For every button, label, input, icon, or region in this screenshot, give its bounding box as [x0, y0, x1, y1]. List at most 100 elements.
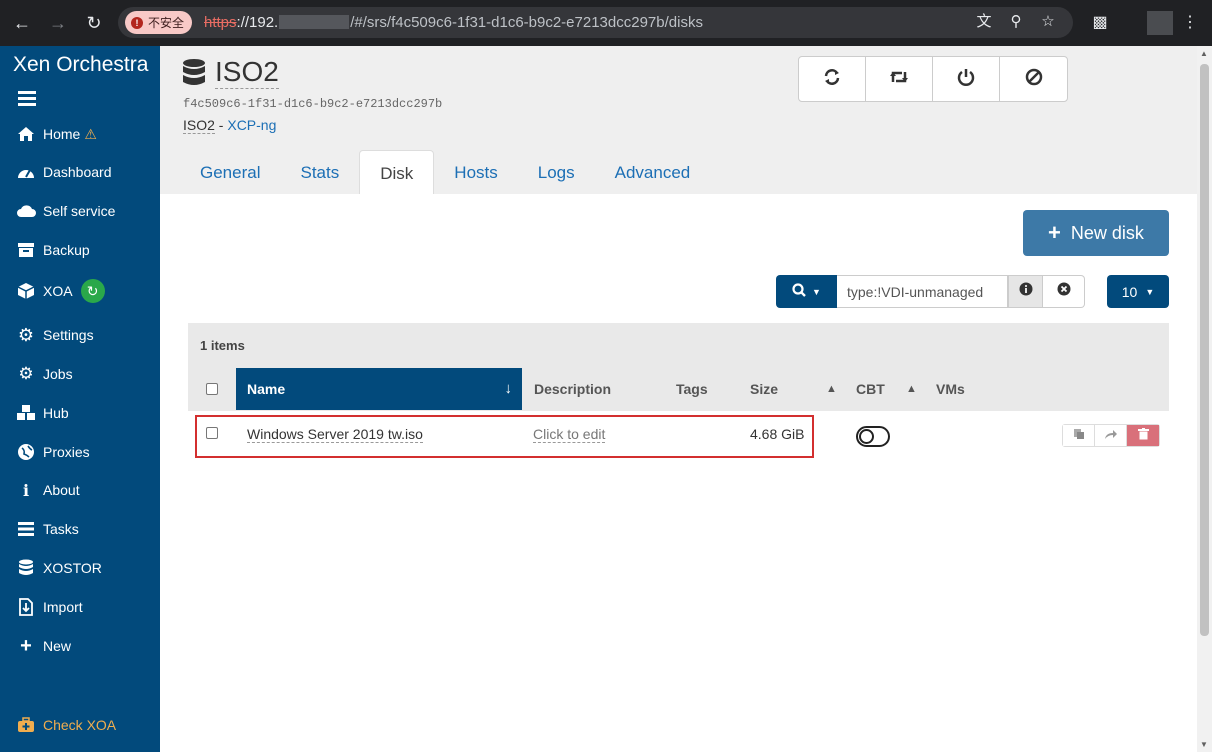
filter-clear-button[interactable] — [1043, 275, 1085, 308]
profile-avatar[interactable] — [1147, 11, 1173, 35]
page-title[interactable]: ISO2 — [215, 56, 279, 89]
cubes-icon — [16, 403, 36, 423]
share-arrow-icon — [1104, 427, 1118, 445]
column-header-vms: VMs — [936, 381, 965, 397]
sidebar-item-proxies[interactable]: Proxies — [16, 439, 90, 465]
extensions-icon[interactable]: ▩ — [1088, 11, 1112, 35]
redacted-ip-block — [279, 15, 350, 29]
sidebar-item-import[interactable]: Import — [16, 594, 83, 620]
not-secure-badge[interactable]: ! 不安全 — [125, 11, 193, 34]
column-header-name[interactable]: Name ↓ — [236, 368, 522, 410]
page-header: ISO2 f4c509c6-1f31-d1c6-b9c2-e7213dcc297… — [160, 46, 1197, 194]
scroll-thumb[interactable] — [1200, 64, 1209, 636]
filter-info-button[interactable] — [1008, 275, 1043, 308]
cogs-icon: ⚙ — [18, 364, 34, 383]
database-icon — [16, 558, 36, 578]
sidebar-item-hub[interactable]: Hub — [16, 400, 69, 426]
address-bar[interactable]: ! 不安全 https://192./#/srs/f4c509c6-1f31-d… — [118, 7, 1073, 38]
bookmark-star-icon[interactable]: ☆ — [1038, 12, 1058, 32]
info-circle-icon — [1019, 282, 1033, 301]
sr-pool-line: ISO2 - XCP-ng — [183, 117, 277, 134]
sr-name-link[interactable]: ISO2 — [183, 117, 215, 134]
sidebar-item-xoa[interactable]: XOA ↻ — [16, 278, 105, 304]
migrate-button[interactable] — [1095, 425, 1127, 446]
sidebar-item-dashboard[interactable]: Dashboard — [16, 159, 112, 185]
brand-title[interactable]: Xen Orchestra — [13, 53, 148, 77]
sidebar-item-self-service[interactable]: Self service — [16, 198, 115, 224]
cbt-toggle[interactable] — [856, 426, 890, 447]
scroll-down-icon[interactable]: ▼ — [1200, 740, 1208, 749]
dashboard-icon — [16, 162, 36, 182]
caret-down-icon: ▼ — [1145, 286, 1155, 297]
archive-icon — [16, 240, 36, 260]
delete-button[interactable] — [1127, 425, 1159, 446]
sidebar-item-home[interactable]: Home ⚠ — [16, 121, 97, 147]
forget-button[interactable] — [1000, 57, 1067, 101]
sidebar-item-tasks[interactable]: Tasks — [16, 516, 79, 542]
sort-down-arrow-icon: ↓ — [504, 380, 513, 397]
sidebar: Xen Orchestra Home ⚠ Dashboard Self serv… — [0, 46, 160, 752]
power-icon — [957, 68, 975, 91]
reload-icon[interactable]: ↻ — [82, 11, 106, 35]
pool-link[interactable]: XCP-ng — [227, 117, 276, 133]
copy-icon — [1073, 427, 1085, 445]
tab-hosts[interactable]: Hosts — [434, 150, 517, 194]
tab-general[interactable]: General — [180, 150, 280, 194]
table-header: 1 items Name ↓ Description Tags Size ▲ C… — [188, 323, 1169, 411]
column-header-cbt[interactable]: CBT ▲ — [856, 368, 920, 410]
select-all-checkbox[interactable] — [206, 383, 218, 395]
database-icon — [182, 58, 206, 93]
sidebar-item-new[interactable]: + New — [16, 633, 71, 659]
scroll-up-icon[interactable]: ▲ — [1200, 49, 1208, 58]
page-size-dropdown[interactable]: 10 ▼ — [1107, 275, 1169, 308]
plus-icon: + — [1048, 220, 1061, 245]
not-secure-label: 不安全 — [148, 16, 185, 30]
copy-button[interactable] — [1063, 425, 1095, 446]
tab-logs[interactable]: Logs — [518, 150, 595, 194]
tab-stats[interactable]: Stats — [280, 150, 359, 194]
warning-dot-icon: ! — [131, 16, 143, 29]
sr-action-buttons — [798, 56, 1068, 102]
tab-bar: General Stats Disk Hosts Logs Advanced — [180, 150, 710, 194]
rescan-button[interactable] — [799, 57, 866, 101]
refresh-icon — [823, 68, 841, 91]
filter-input[interactable] — [837, 275, 1008, 308]
browser-toolbar: ← → ↻ ! 不安全 https://192./#/srs/f4c509c6-… — [0, 0, 1212, 46]
disconnect-button[interactable] — [933, 57, 1000, 101]
translate-icon[interactable]: 文 — [974, 12, 994, 32]
plus-icon: + — [20, 634, 32, 657]
sort-icon: ▲ — [826, 383, 837, 395]
home-icon — [16, 124, 36, 144]
hamburger-menu-icon[interactable] — [18, 91, 36, 106]
new-disk-button[interactable]: + New disk — [1023, 210, 1169, 256]
retweet-icon — [889, 69, 909, 90]
zoom-icon[interactable]: ⚲ — [1006, 12, 1026, 32]
medkit-icon — [16, 715, 36, 735]
sidebar-item-settings[interactable]: ⚙ Settings — [16, 322, 94, 348]
column-header-description[interactable]: Description — [534, 368, 611, 410]
sidebar-item-check-xoa[interactable]: Check XOA — [16, 712, 116, 738]
info-icon: i — [22, 480, 30, 500]
menu-kebab-icon[interactable]: ⋮ — [1178, 11, 1202, 35]
back-arrow-icon[interactable]: ← — [10, 11, 34, 35]
sidebar-item-jobs[interactable]: ⚙ Jobs — [16, 361, 72, 387]
forward-arrow-icon[interactable]: → — [46, 11, 70, 35]
tab-advanced[interactable]: Advanced — [595, 150, 711, 194]
sidebar-item-about[interactable]: i About — [16, 477, 80, 503]
tasks-icon — [16, 519, 36, 539]
reconnect-button[interactable] — [866, 57, 933, 101]
tab-disk[interactable]: Disk — [359, 150, 435, 194]
url-text[interactable]: https://192./#/srs/f4c509c6-1f31-d1c6-b9… — [204, 14, 703, 31]
page-scrollbar[interactable]: ▲ ▼ — [1197, 46, 1212, 752]
warning-icon: ⚠ — [84, 125, 97, 142]
filter-dropdown-button[interactable]: ▼ — [776, 275, 837, 308]
sidebar-item-xostor[interactable]: XOSTOR — [16, 555, 102, 581]
sidebar-item-backup[interactable]: Backup — [16, 237, 90, 263]
selection-highlight-box — [195, 415, 814, 458]
sort-icon: ▲ — [906, 383, 917, 395]
column-header-tags: Tags — [676, 381, 708, 397]
globe-icon — [16, 442, 36, 462]
cube-icon — [16, 281, 36, 301]
column-header-size[interactable]: Size ▲ — [750, 368, 838, 410]
close-circle-icon — [1057, 282, 1071, 301]
